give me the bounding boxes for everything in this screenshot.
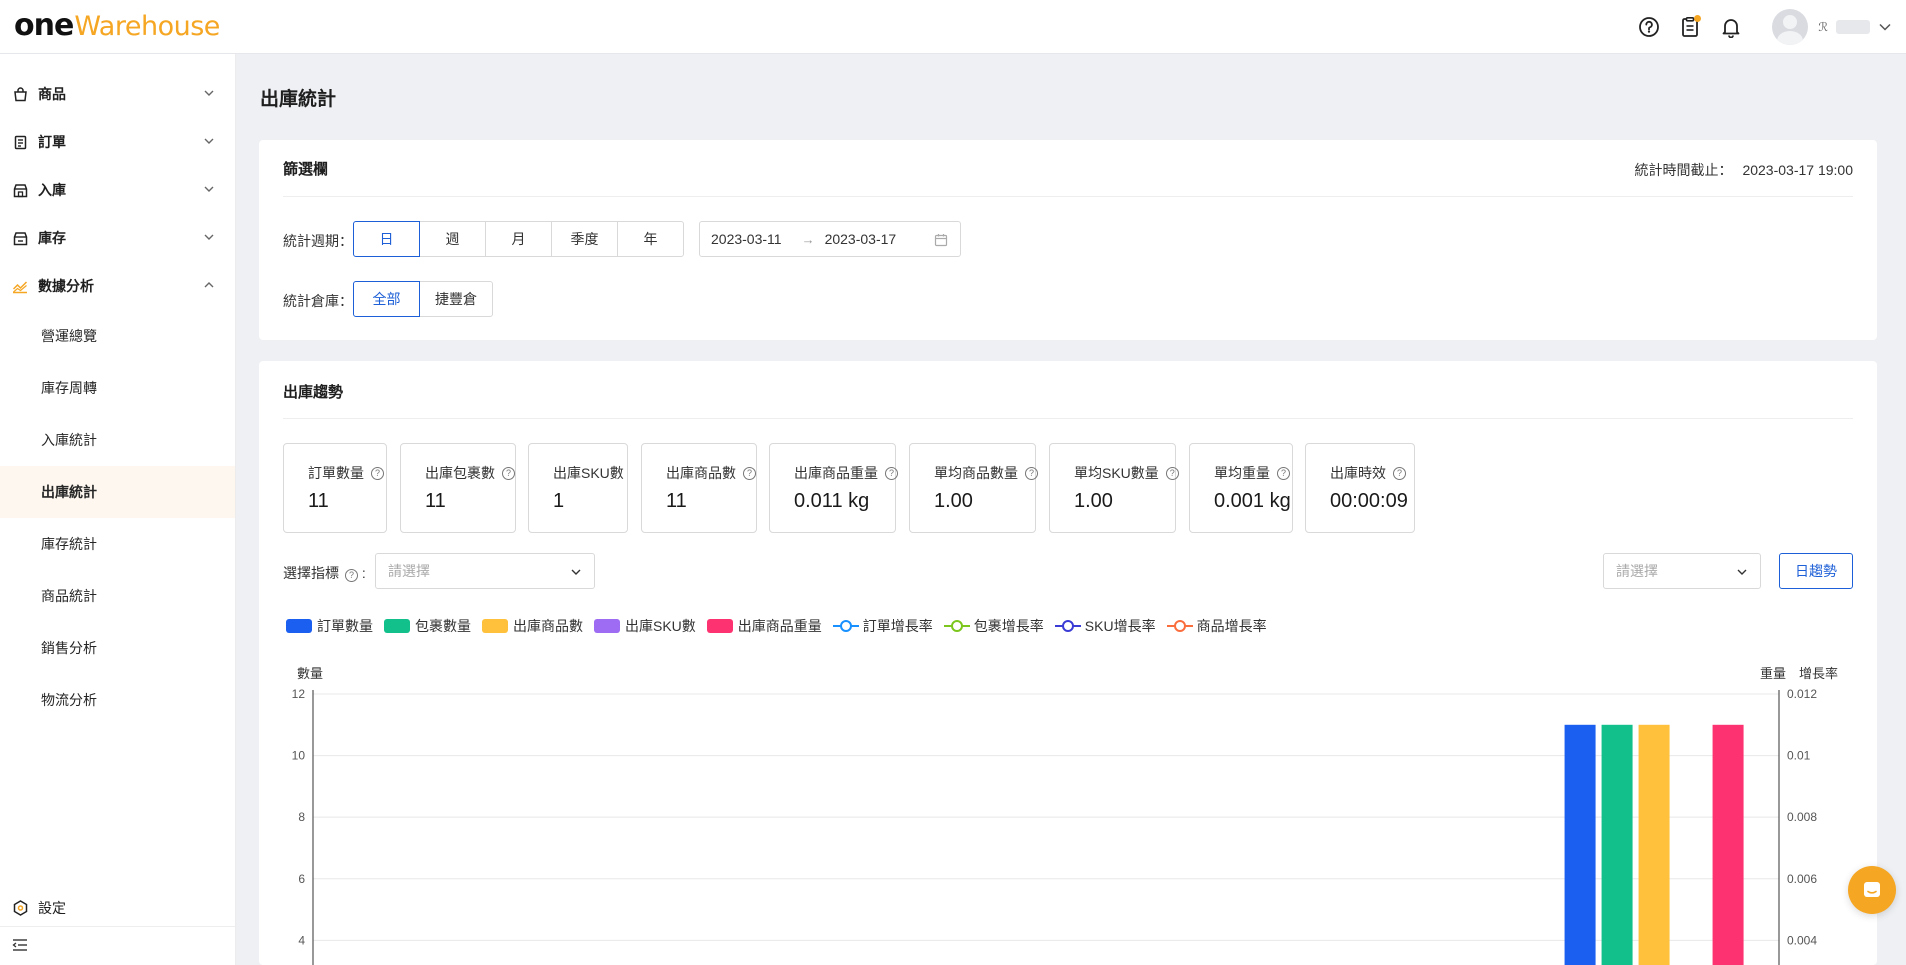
sidebar-item-orders[interactable]: 訂單 bbox=[0, 118, 235, 166]
notes-icon[interactable] bbox=[1670, 7, 1710, 47]
chevron-down-icon bbox=[204, 234, 214, 240]
stat-time-value: 2023-03-17 19:00 bbox=[1742, 162, 1853, 178]
sidebar-sub-inventory-stats[interactable]: 庫存統計 bbox=[0, 518, 235, 570]
top-bar: one Warehouse ℛ bbox=[0, 0, 1906, 54]
user-menu[interactable]: ℛ bbox=[1772, 9, 1892, 45]
date-start[interactable]: 2023-03-11 bbox=[711, 231, 782, 247]
warehouse-segmented: 全部 捷豐倉 bbox=[353, 281, 493, 317]
help-icon[interactable] bbox=[1629, 7, 1669, 47]
chat-icon bbox=[1864, 882, 1880, 897]
chevron-down-icon bbox=[204, 90, 214, 96]
y-tick-label-left: 6 bbox=[298, 872, 305, 886]
sidebar-sub-product-stats[interactable]: 商品統計 bbox=[0, 570, 235, 622]
sidebar-sub-turnover[interactable]: 庫存周轉 bbox=[0, 362, 235, 414]
period-label: 統計週期： bbox=[283, 233, 353, 249]
avatar bbox=[1772, 9, 1809, 45]
bar-出庫商品重量 bbox=[1712, 724, 1744, 965]
calendar-icon bbox=[934, 234, 948, 247]
sidebar-item-label: 數據分析 bbox=[38, 278, 94, 294]
sidebar-item-analytics[interactable]: 數據分析 bbox=[0, 262, 235, 310]
sidebar-item-settings[interactable]: 設定 bbox=[0, 884, 235, 932]
analytics-icon bbox=[12, 278, 28, 294]
stat-time-label: 統計時間截止： bbox=[1634, 162, 1733, 178]
y-tick-label-left: 4 bbox=[298, 933, 305, 947]
user-name: ℛ bbox=[1818, 20, 1828, 34]
inbound-icon bbox=[12, 182, 28, 198]
logo-warehouse: Warehouse bbox=[74, 11, 220, 42]
bar-訂單數量 bbox=[1564, 724, 1596, 965]
chevron-down-icon bbox=[1879, 23, 1891, 31]
sidebar-sub-logistics-analysis[interactable]: 物流分析 bbox=[0, 674, 235, 726]
stat-time: 統計時間截止： 2023-03-17 19:00 bbox=[1634, 160, 1853, 180]
y-axis-title-right-growth: 增長率 bbox=[1799, 666, 1838, 681]
sidebar-item-label: 入庫 bbox=[38, 182, 66, 198]
period-quarter-button[interactable]: 季度 bbox=[551, 221, 618, 257]
chevron-up-icon bbox=[204, 282, 214, 288]
period-day-button[interactable]: 日 bbox=[353, 221, 420, 257]
sidebar-sub-inbound-stats[interactable]: 入庫統計 bbox=[0, 414, 235, 466]
sidebar-item-label: 訂單 bbox=[38, 134, 66, 150]
sidebar-item-label: 庫存 bbox=[38, 230, 66, 246]
outbound-trend-chart: 12 10 8 6 4 0.012 0.01 0.008 0.006 0.004 數量 重量 增長率 bbox=[292, 666, 1838, 965]
sidebar-item-label: 設定 bbox=[38, 900, 66, 916]
y-axis-title-right-weight: 重量 bbox=[1760, 666, 1786, 681]
y-tick-label-right: 0.012 bbox=[1787, 687, 1817, 701]
y-tick-label-right: 0.008 bbox=[1787, 810, 1817, 824]
filter-title: 篩選欄 bbox=[283, 161, 329, 178]
chat-button[interactable] bbox=[1848, 866, 1896, 914]
warehouse-label: 統計倉庫： bbox=[283, 293, 353, 309]
header-actions: ℛ bbox=[1629, 0, 1906, 54]
date-range-picker[interactable]: 2023-03-11 → 2023-03-17 bbox=[699, 221, 961, 257]
y-tick-label-left: 12 bbox=[292, 687, 306, 701]
sidebar-item-products[interactable]: 商品 bbox=[0, 70, 235, 118]
app-logo[interactable]: one Warehouse bbox=[14, 8, 220, 43]
date-end[interactable]: 2023-03-17 bbox=[825, 231, 897, 247]
sidebar-item-inventory[interactable]: 庫存 bbox=[0, 214, 235, 262]
logo-one: one bbox=[14, 8, 74, 43]
filter-card: 篩選欄 統計時間截止： 2023-03-17 19:00 統計週期： 日 週 月 … bbox=[259, 140, 1877, 340]
period-segmented: 日 週 月 季度 年 bbox=[353, 221, 684, 257]
trend-card: 出庫趨勢 訂單數量? 11 出庫包裹數? 11 出庫SKU數 1 出庫商品數? 11 出庫商品重… bbox=[259, 361, 1877, 965]
menu-collapse-icon[interactable] bbox=[12, 938, 28, 952]
page-title: 出庫統計 bbox=[260, 89, 337, 110]
warehouse-all-button[interactable]: 全部 bbox=[353, 281, 420, 317]
y-tick-label-right: 0.004 bbox=[1787, 933, 1817, 947]
sidebar-sub-sales-analysis[interactable]: 銷售分析 bbox=[0, 622, 235, 674]
order-icon bbox=[12, 134, 28, 150]
chevron-down-icon bbox=[204, 138, 214, 144]
date-separator-arrow: → bbox=[801, 231, 815, 247]
user-name-redacted bbox=[1836, 20, 1870, 34]
period-month-button[interactable]: 月 bbox=[485, 221, 552, 257]
bell-icon[interactable] bbox=[1711, 7, 1751, 47]
divider bbox=[283, 196, 1853, 197]
bar-包裹數量 bbox=[1601, 724, 1633, 965]
y-axis-title-left: 數量 bbox=[297, 666, 323, 681]
y-tick-label-right: 0.01 bbox=[1787, 749, 1811, 763]
hexagon-settings-icon bbox=[12, 900, 28, 916]
sidebar-item-label: 商品 bbox=[38, 86, 66, 102]
y-tick-label-left: 8 bbox=[298, 810, 305, 824]
chevron-down-icon bbox=[204, 186, 214, 192]
bar-出庫商品數 bbox=[1638, 724, 1670, 965]
period-week-button[interactable]: 週 bbox=[419, 221, 486, 257]
sidebar-item-inbound[interactable]: 入庫 bbox=[0, 166, 235, 214]
sidebar-sub-overview[interactable]: 營運總覽 bbox=[0, 310, 235, 362]
sidebar: 商品 訂單 入庫 庫存 數據分析 營運總覽 庫存周轉 入庫統計 出庫統計 庫存統… bbox=[0, 54, 236, 965]
bag-icon bbox=[12, 86, 28, 102]
period-year-button[interactable]: 年 bbox=[617, 221, 684, 257]
warehouse-jiefeng-button[interactable]: 捷豐倉 bbox=[419, 281, 493, 317]
y-tick-label-right: 0.006 bbox=[1787, 872, 1817, 886]
y-tick-label-left: 10 bbox=[292, 749, 306, 763]
sidebar-sub-outbound-stats[interactable]: 出庫統計 bbox=[0, 466, 235, 518]
inventory-icon bbox=[12, 230, 28, 246]
